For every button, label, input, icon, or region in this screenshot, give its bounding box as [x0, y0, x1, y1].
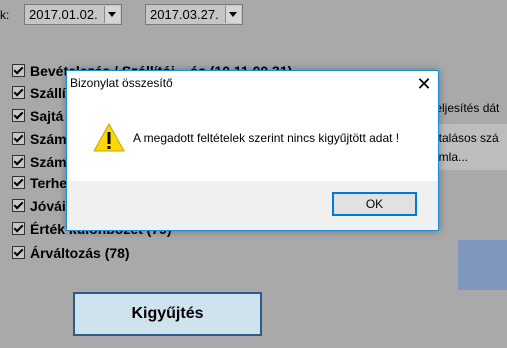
date-to-value: 2017.03.27.: [150, 7, 219, 22]
date-from-select[interactable]: 2017.01.02.: [24, 4, 122, 25]
checkbox-item[interactable]: Szám: [12, 154, 67, 174]
checkbox-checked-icon[interactable]: [12, 199, 25, 212]
checkbox-item[interactable]: Jóvái: [12, 198, 66, 218]
checkbox-checked-icon[interactable]: [12, 155, 25, 168]
checkbox-label: Jóvái: [30, 198, 66, 214]
checkbox-item[interactable]: Terhe: [12, 175, 67, 195]
checkbox-checked-icon[interactable]: [12, 222, 25, 235]
chevron-down-icon[interactable]: [104, 6, 120, 23]
checkbox-checked-icon[interactable]: [12, 246, 25, 259]
utalasos-label[interactable]: utalásos szá: [432, 131, 499, 145]
close-icon[interactable]: ✕: [412, 72, 436, 96]
teljesites-label: teljesítés dát: [432, 101, 500, 115]
chevron-down-icon[interactable]: [225, 6, 241, 23]
collect-button[interactable]: Kigyűjtés: [73, 292, 262, 336]
checkbox-checked-icon[interactable]: [12, 64, 25, 77]
side-panel: [458, 240, 507, 290]
dialog-titlebar[interactable]: Bizonylat összesítő ✕: [67, 71, 438, 97]
dialog-title: Bizonylat összesítő: [70, 76, 173, 90]
checkbox-item[interactable]: Árváltozás (78): [12, 245, 130, 265]
message-dialog: Bizonylat összesítő ✕ A megadott feltéte…: [66, 70, 439, 231]
date-to-select[interactable]: 2017.03.27.: [145, 4, 243, 25]
checkbox-label: Szám: [30, 154, 67, 170]
checkbox-label: Sajtá: [30, 108, 64, 124]
checkbox-label: Szám: [30, 131, 67, 147]
form-label: k:: [0, 8, 10, 22]
checkbox-checked-icon[interactable]: [12, 176, 25, 189]
checkbox-checked-icon[interactable]: [12, 132, 25, 145]
checkbox-item[interactable]: Sajtá: [12, 108, 63, 128]
checkbox-checked-icon[interactable]: [12, 86, 25, 99]
checkbox-label: Árváltozás (78): [30, 245, 130, 261]
date-from-value: 2017.01.02.: [29, 7, 98, 22]
checkbox-item[interactable]: Szám: [12, 131, 67, 151]
dialog-message: A megadott feltételek szerint nincs kigy…: [133, 131, 400, 145]
checkbox-label: Szállí: [30, 85, 66, 101]
ok-button[interactable]: OK: [332, 192, 417, 216]
dialog-body: A megadott feltételek szerint nincs kigy…: [67, 97, 438, 181]
checkbox-label: Terhe: [30, 175, 68, 191]
checkbox-item[interactable]: Szállí: [12, 85, 66, 105]
checkbox-checked-icon[interactable]: [12, 109, 25, 122]
warning-icon: [93, 123, 125, 152]
